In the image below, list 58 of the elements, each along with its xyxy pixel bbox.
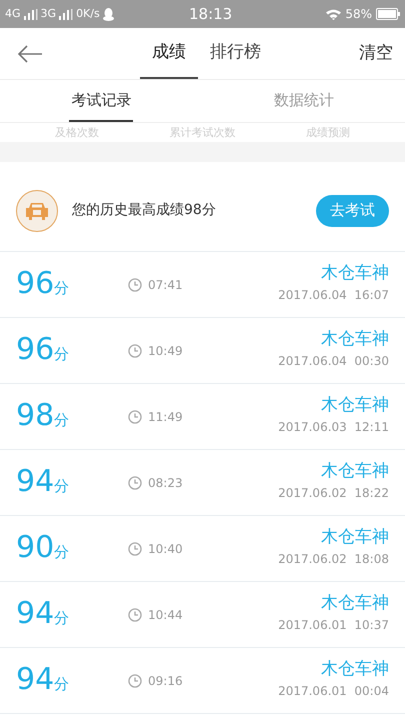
battery-percent: 58%	[345, 6, 372, 23]
duration-text: 10:49	[148, 342, 183, 360]
duration-text: 10:44	[148, 606, 183, 624]
clear-button[interactable]: 清空	[333, 40, 405, 66]
score-value: 98	[16, 401, 54, 432]
back-arrow-icon	[17, 44, 43, 62]
date-time-text: 2017.06.01 10:37	[278, 617, 389, 634]
date-time-text: 2017.06.02 18:08	[278, 551, 389, 568]
clock-icon	[128, 542, 142, 556]
score-value: 96	[16, 269, 54, 300]
date-time-text: 2017.06.04 00:30	[278, 353, 389, 370]
score-value: 94	[16, 467, 54, 498]
score-unit: 分	[54, 608, 70, 630]
duration-text: 08:23	[148, 474, 183, 492]
speed-label: 0K/s	[76, 6, 100, 22]
status-time: 18:13	[188, 4, 234, 25]
clock-icon	[128, 476, 142, 490]
header-tab[interactable]: 排行榜	[198, 28, 273, 79]
car-avatar-icon	[16, 190, 58, 232]
score-value: 90	[16, 533, 54, 564]
user-name: 木仓车神	[321, 661, 389, 678]
score-unit: 分	[54, 278, 70, 300]
user-name: 木仓车神	[321, 529, 389, 546]
score-unit: 分	[54, 542, 70, 564]
date-time-text: 2017.06.03 12:11	[278, 419, 389, 436]
duration-text: 09:16	[148, 672, 183, 690]
battery-icon	[376, 8, 400, 20]
signal-icon	[59, 8, 74, 20]
user-name: 木仓车神	[321, 397, 389, 414]
network-label: 4G	[5, 6, 21, 22]
clock-icon	[128, 410, 142, 424]
user-name: 木仓车神	[321, 331, 389, 348]
network-label: 3G	[40, 6, 56, 22]
best-score-text: 您的历史最高成绩98分	[72, 201, 217, 220]
sub-tab[interactable]: 考试记录	[69, 80, 134, 122]
date-time-text: 2017.06.02 18:22	[278, 485, 389, 502]
score-unit: 分	[54, 410, 70, 432]
signal-icon	[24, 8, 38, 20]
user-name: 木仓车神	[321, 595, 389, 612]
score-value: 96	[16, 335, 54, 366]
duration-text: 11:49	[148, 408, 183, 426]
clock-icon	[128, 344, 142, 358]
duration-text: 07:41	[148, 276, 183, 294]
score-unit: 分	[54, 674, 70, 696]
header-tab[interactable]: 成绩	[140, 28, 198, 79]
score-unit: 分	[54, 476, 70, 498]
wifi-icon	[326, 8, 342, 20]
clock-icon	[128, 278, 142, 292]
score-unit: 分	[54, 344, 70, 366]
user-name: 木仓车神	[321, 265, 389, 282]
score-value: 94	[16, 665, 54, 696]
date-time-text: 2017.06.04 16:07	[278, 287, 389, 304]
duration-text: 10:40	[148, 540, 183, 558]
date-time-text: 2017.06.01 00:04	[278, 683, 389, 700]
clock-icon	[128, 674, 142, 688]
score-value: 94	[16, 599, 54, 630]
user-name: 木仓车神	[321, 463, 389, 480]
clock-icon	[128, 608, 142, 622]
